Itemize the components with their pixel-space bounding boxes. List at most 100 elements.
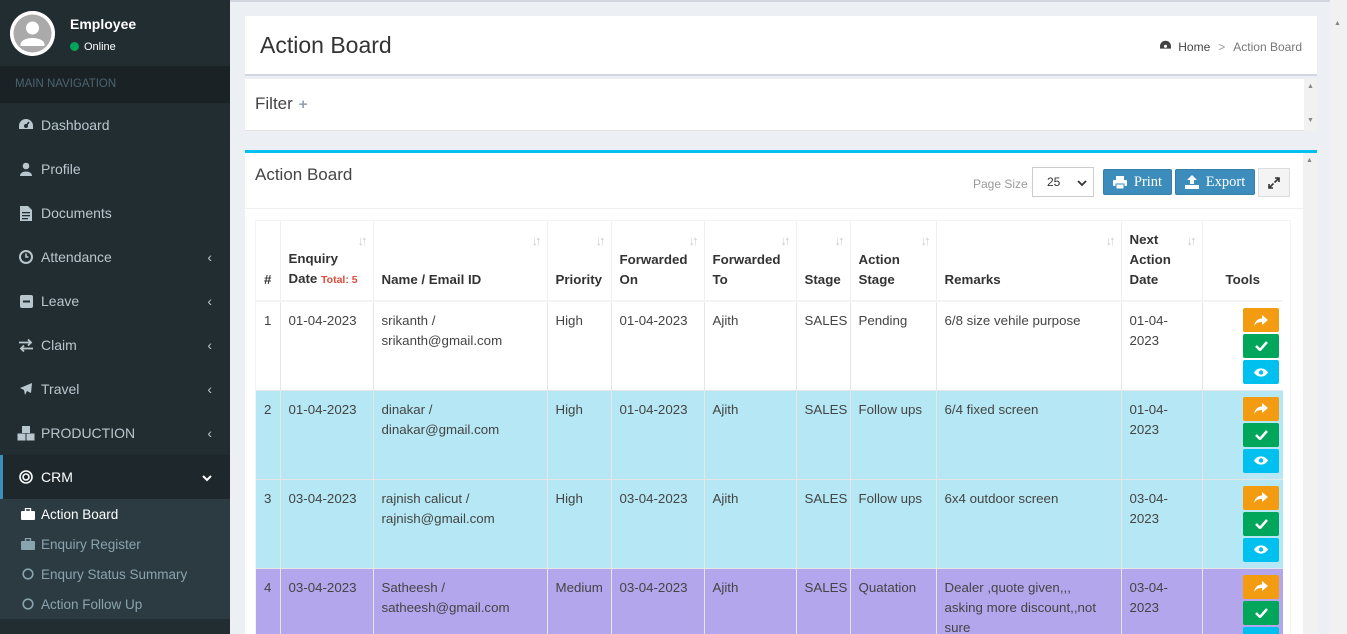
cell-forwarded-on: 01-04-2023	[611, 390, 705, 480]
page-title: Action Board	[260, 32, 392, 58]
cell-remarks: 6x4 outdoor screen	[936, 479, 1122, 569]
sidebar-item-claim[interactable]: Claim ‹	[0, 323, 230, 367]
page-scrollbar[interactable]: ▲	[1303, 153, 1317, 634]
scroll-up-icon[interactable]: ▲	[1304, 83, 1317, 90]
col-header-num[interactable]: #	[256, 221, 281, 302]
sidebar-item-dashboard[interactable]: Dashboard	[0, 103, 230, 147]
view-button[interactable]	[1243, 448, 1279, 473]
forward-button[interactable]	[1243, 485, 1279, 510]
table-row[interactable]: 3 03-04-2023 rajnish calicut / rajnish@gmai…	[256, 479, 1283, 569]
content-header: Action Board Home > Action Board	[245, 16, 1317, 76]
expand-button[interactable]	[1258, 168, 1290, 197]
col-header-next-action-date[interactable]: ↓↑ Next Action Date	[1121, 221, 1203, 302]
view-button[interactable]	[1243, 626, 1279, 634]
col-header-enquiry-date[interactable]: ↓↑ Enquiry Date Total: 5	[280, 221, 374, 302]
table-row[interactable]: 2 01-04-2023 dinakar / dinakar@gmail.com Hig…	[256, 390, 1283, 480]
forward-button[interactable]	[1243, 396, 1279, 421]
sidebar-item-crm[interactable]: CRM	[0, 455, 230, 499]
cell-num: 4	[256, 568, 281, 634]
check-icon	[1254, 429, 1268, 440]
upload-icon	[1184, 175, 1199, 189]
page-size-select[interactable]: 25	[1032, 167, 1094, 197]
scroll-up-icon[interactable]: ▲	[1306, 157, 1313, 164]
cell-enquiry-date: 01-04-2023	[280, 301, 374, 391]
sidebar-item-label: Profile	[41, 161, 81, 177]
submenu-item-enquiry-status-summary[interactable]: Enqury Status Summary	[0, 559, 230, 589]
forward-button[interactable]	[1243, 574, 1279, 599]
approve-button[interactable]	[1243, 422, 1279, 447]
sidebar-item-attendance[interactable]: Attendance ‹	[0, 235, 230, 279]
print-button[interactable]: Print	[1103, 169, 1172, 195]
cell-stage: SALES	[796, 568, 851, 634]
table-body: 1 01-04-2023 srikanth / srikanth@gmail.com H…	[256, 301, 1283, 634]
col-header-forwarded-on[interactable]: ↓↑ Forwarded On	[611, 221, 705, 302]
sidebar-item-production[interactable]: PRODUCTION ‹	[0, 411, 230, 455]
table-row[interactable]: 4 03-04-2023 Satheesh / satheesh@gmail.com M…	[256, 568, 1283, 634]
briefcase-icon	[20, 538, 36, 550]
cell-next-action-date: 01-04-2023	[1121, 301, 1203, 391]
customer-email: dinakar@gmail.com	[381, 421, 500, 437]
cell-stage: SALES	[796, 301, 851, 391]
share-icon	[1254, 403, 1268, 414]
view-button[interactable]	[1243, 537, 1279, 562]
submenu-item-label: Enquiry Register	[41, 536, 141, 552]
col-header-forwarded-to[interactable]: ↓↑ Forwarded To	[704, 221, 797, 302]
clock-icon	[17, 250, 35, 264]
cell-forwarded-to: Ajith	[704, 301, 797, 391]
sidebar-item-documents[interactable]: Documents	[0, 191, 230, 235]
submenu-item-action-follow-up[interactable]: Action Follow Up	[0, 589, 230, 619]
scroll-down-icon[interactable]: ▼	[1304, 117, 1317, 124]
submenu-item-enquiry-register[interactable]: Enquiry Register	[0, 529, 230, 559]
cell-action-stage: Pending	[850, 301, 937, 391]
sidebar-item-leave[interactable]: Leave ‹	[0, 279, 230, 323]
col-header-tools: Tools	[1202, 221, 1283, 302]
filter-scrollbar[interactable]: ▲ ▼	[1304, 79, 1317, 131]
chevron-down-icon	[202, 469, 212, 485]
table-header-row: # ↓↑ Enquiry Date Total: 5 ↓↑ Name / Email…	[256, 221, 1283, 302]
col-header-name-email[interactable]: ↓↑ Name / Email ID	[373, 221, 548, 302]
sidebar-item-profile[interactable]: Profile	[0, 147, 230, 191]
dashboard-icon	[17, 118, 35, 132]
avatar[interactable]	[10, 11, 55, 56]
approve-button[interactable]	[1243, 511, 1279, 536]
plus-icon[interactable]: +	[299, 96, 308, 113]
col-header-priority[interactable]: ↓↑ Priority	[547, 221, 612, 302]
share-icon	[1254, 492, 1268, 503]
print-label: Print	[1133, 173, 1163, 190]
breadcrumb-separator: >	[1218, 40, 1226, 54]
share-icon	[1254, 314, 1268, 326]
col-header-action-stage[interactable]: ↓↑ Action Stage	[850, 221, 937, 302]
export-label: Export	[1205, 173, 1246, 190]
share-icon	[1254, 581, 1268, 592]
sidebar: Employee Online MAIN NAVIGATION Dashboar…	[0, 0, 230, 634]
approve-button[interactable]	[1243, 600, 1279, 625]
eye-icon	[1254, 367, 1268, 377]
check-icon	[1254, 341, 1268, 351]
scroll-up-icon[interactable]: ▲	[1334, 20, 1341, 27]
export-button[interactable]: Export	[1175, 169, 1255, 195]
sidebar-item-travel[interactable]: Travel ‹	[0, 367, 230, 411]
cell-remarks: 6/4 fixed screen	[936, 390, 1122, 480]
cell-tools	[1202, 301, 1283, 391]
breadcrumb-home-link[interactable]: Home	[1178, 40, 1210, 54]
forward-button[interactable]	[1243, 308, 1279, 332]
window-scrollbar[interactable]: ▲	[1330, 0, 1347, 634]
col-header-remarks[interactable]: ↓↑ Remarks	[936, 221, 1122, 302]
chevron-down-icon	[1077, 176, 1087, 190]
cell-num: 2	[256, 390, 281, 480]
cell-action-stage: Follow ups	[850, 479, 937, 569]
briefcase-icon	[20, 508, 36, 520]
eye-icon	[1254, 456, 1268, 465]
eye-icon	[1254, 545, 1268, 554]
customer-email: satheesh@gmail.com	[381, 599, 510, 615]
cell-action-stage: Follow ups	[850, 390, 937, 480]
approve-button[interactable]	[1243, 334, 1279, 358]
col-header-stage[interactable]: ↓↑ Stage	[796, 221, 851, 302]
board-divider	[245, 208, 1303, 209]
sidebar-item-label: Leave	[41, 293, 80, 309]
submenu-item-action-board[interactable]: Action Board	[0, 499, 230, 529]
table-row[interactable]: 1 01-04-2023 srikanth / srikanth@gmail.com H…	[256, 301, 1283, 391]
filter-toggle[interactable]: Filter +	[255, 94, 308, 114]
view-button[interactable]	[1243, 360, 1279, 384]
document-icon	[17, 205, 35, 221]
